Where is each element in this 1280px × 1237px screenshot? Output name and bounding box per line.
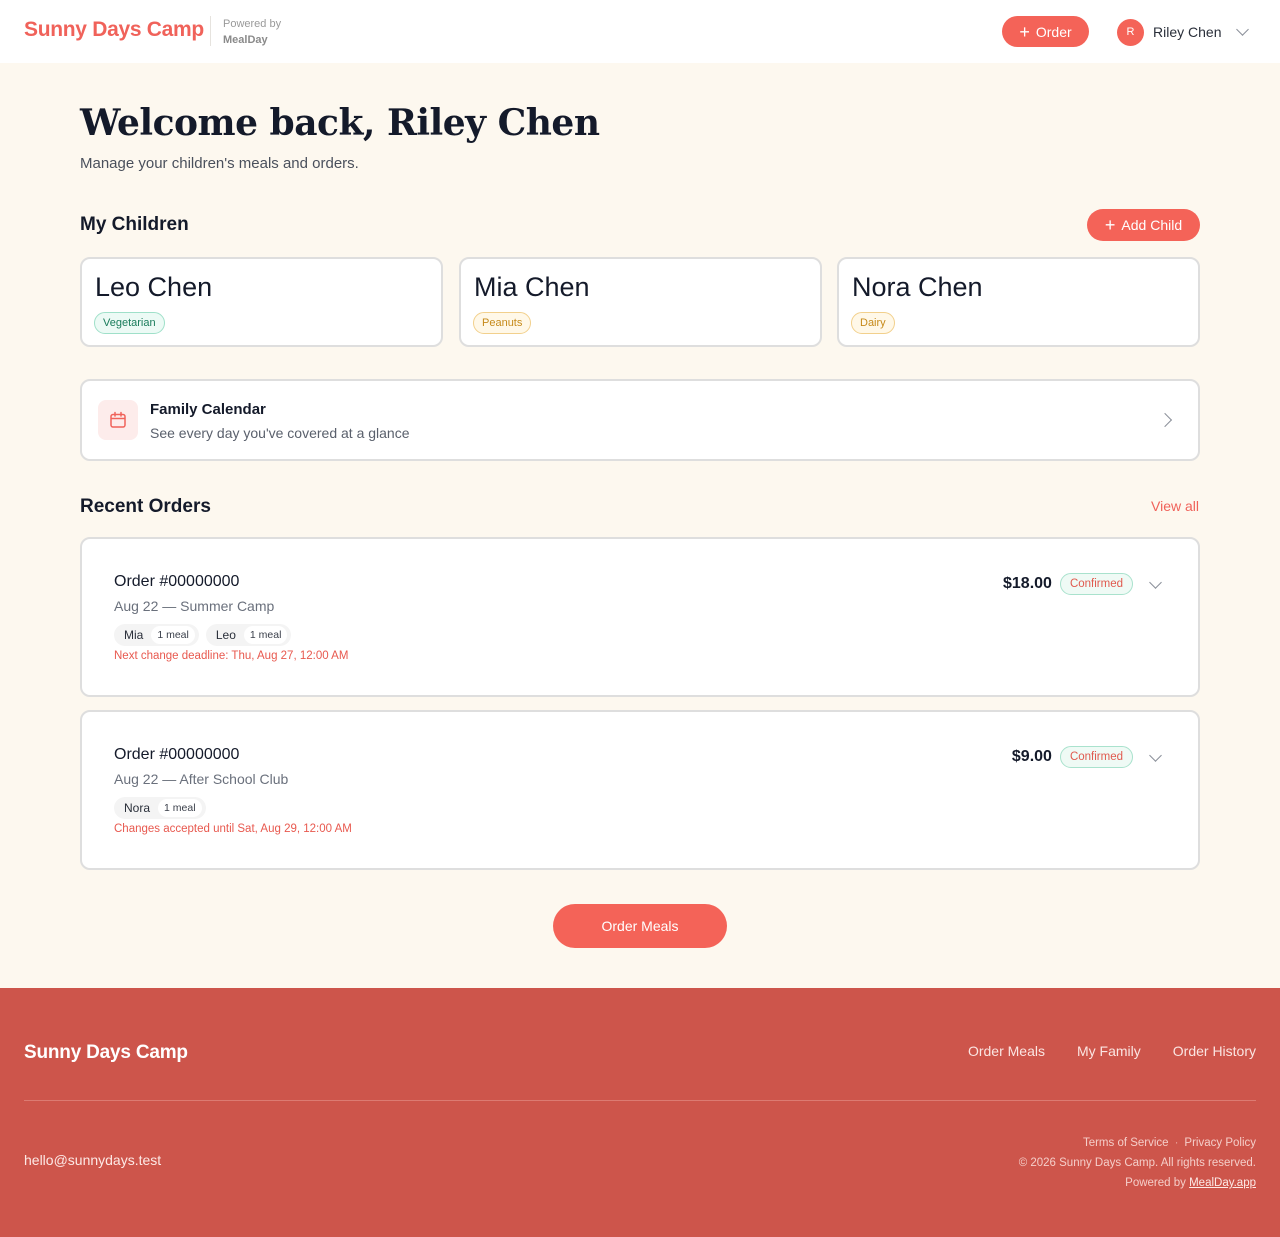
status-badge: Confirmed <box>1059 746 1133 768</box>
order-summary: $18.00 Confirmed <box>1003 573 1166 595</box>
order-price: $9.00 <box>1011 748 1052 765</box>
page-subtitle: Manage your children's meals and orders. <box>80 155 359 172</box>
view-all-link[interactable]: View all <box>1151 498 1199 514</box>
chevron-down-icon <box>1236 23 1250 36</box>
order-deadline: Next change deadline: Thu, Aug 27, 12:00… <box>114 650 349 662</box>
calendar-subtitle: See every day you've covered at a glance <box>150 425 410 441</box>
user-menu[interactable]: R Riley Chen <box>1117 18 1250 46</box>
plus-icon: + <box>1019 21 1030 42</box>
orders-section-title: Recent Orders <box>80 496 211 517</box>
item-meal-count: 1 meal <box>158 799 202 817</box>
order-card: Order #00000000 Aug 22 — After School Cl… <box>80 710 1200 870</box>
item-meal-count: 1 meal <box>151 626 195 644</box>
order-item-pill: Mia 1 meal <box>114 624 199 646</box>
add-child-button[interactable]: + Add Child <box>1087 209 1200 241</box>
child-name: Nora Chen <box>852 272 983 302</box>
powered-by-name: MealDay <box>223 34 268 46</box>
footer-email-link[interactable]: hello@sunnydays.test <box>24 1152 161 1168</box>
order-card: Order #00000000 Aug 22 — Summer Camp Mia… <box>80 537 1200 697</box>
order-item-pill: Nora 1 meal <box>114 797 206 819</box>
brand-divider <box>210 16 211 46</box>
child-name: Mia Chen <box>474 272 590 302</box>
order-number: Order #00000000 <box>114 746 240 763</box>
footer: Sunny Days Camp Order Meals My Family Or… <box>0 988 1280 1237</box>
footer-legal: Terms of Service · Privacy Policy © 2026 S… <box>1019 1133 1256 1193</box>
footer-link-order-history[interactable]: Order History <box>1173 1043 1256 1059</box>
terms-link[interactable]: Terms of Service <box>1083 1137 1169 1149</box>
child-card-mia[interactable]: Mia Chen Peanuts <box>459 257 822 347</box>
calendar-title: Family Calendar <box>150 401 266 418</box>
calendar-icon <box>98 400 138 440</box>
chevron-down-icon[interactable] <box>1149 748 1162 762</box>
diet-tag: Vegetarian <box>94 312 165 334</box>
footer-brand: Sunny Days Camp <box>24 1042 188 1063</box>
powered-by-label: Powered by <box>223 18 282 30</box>
order-items: Nora 1 meal <box>114 797 206 819</box>
footer-link-order-meals[interactable]: Order Meals <box>968 1043 1045 1059</box>
page-title: Welcome back, Riley Chen <box>80 102 600 144</box>
family-calendar-card[interactable]: Family Calendar See every day you've cov… <box>80 379 1200 461</box>
avatar: R <box>1117 18 1144 46</box>
order-subtitle: Aug 22 — After School Club <box>114 771 289 787</box>
mealday-link[interactable]: MealDay.app <box>1189 1177 1256 1189</box>
footer-powered-by: Powered by MealDay.app <box>1019 1173 1256 1193</box>
user-name: Riley Chen <box>1153 24 1222 40</box>
order-price: $18.00 <box>1003 575 1052 592</box>
add-child-label: Add Child <box>1121 217 1183 233</box>
separator-dot: · <box>1174 1137 1179 1149</box>
header-order-button[interactable]: + Order <box>1002 16 1089 47</box>
order-meals-button[interactable]: Order Meals <box>553 904 727 948</box>
copyright: © 2026 Sunny Days Camp. All rights reser… <box>1018 1157 1256 1169</box>
order-subtitle: Aug 22 — Summer Camp <box>114 598 275 614</box>
item-child-name: Mia <box>124 628 144 642</box>
order-item-pill: Leo 1 meal <box>205 624 292 646</box>
order-deadline: Changes accepted until Sat, Aug 29, 12:0… <box>114 823 352 835</box>
footer-powered-prefix: Powered by <box>1125 1177 1186 1189</box>
allergy-tag: Dairy <box>851 312 895 334</box>
chevron-down-icon[interactable] <box>1149 575 1162 589</box>
plus-icon: + <box>1104 215 1116 235</box>
footer-nav: Order Meals My Family Order History <box>968 1043 1256 1059</box>
item-child-name: Leo <box>215 628 236 642</box>
item-child-name: Nora <box>124 801 151 815</box>
footer-divider <box>24 1100 1256 1101</box>
footer-link-my-family[interactable]: My Family <box>1077 1043 1141 1059</box>
brand-logo[interactable]: Sunny Days Camp <box>24 18 204 42</box>
top-header: Sunny Days Camp Powered by MealDay + Ord… <box>0 0 1280 63</box>
header-order-label: Order <box>1035 23 1072 40</box>
powered-by: Powered by MealDay <box>223 16 281 48</box>
children-section-title: My Children <box>80 214 189 235</box>
child-name: Leo Chen <box>95 272 213 302</box>
chevron-right-icon <box>1157 412 1173 428</box>
child-card-nora[interactable]: Nora Chen Dairy <box>837 257 1200 347</box>
child-card-leo[interactable]: Leo Chen Vegetarian <box>80 257 443 347</box>
allergy-tag: Peanuts <box>473 312 532 334</box>
legal-links: Terms of Service · Privacy Policy <box>1019 1133 1256 1153</box>
privacy-link[interactable]: Privacy Policy <box>1184 1137 1256 1149</box>
status-badge: Confirmed <box>1059 573 1133 595</box>
order-summary: $9.00 Confirmed <box>1012 746 1166 768</box>
order-number: Order #00000000 <box>114 573 240 590</box>
item-meal-count: 1 meal <box>243 626 288 644</box>
order-items: Mia 1 meal Leo 1 meal <box>114 624 292 646</box>
